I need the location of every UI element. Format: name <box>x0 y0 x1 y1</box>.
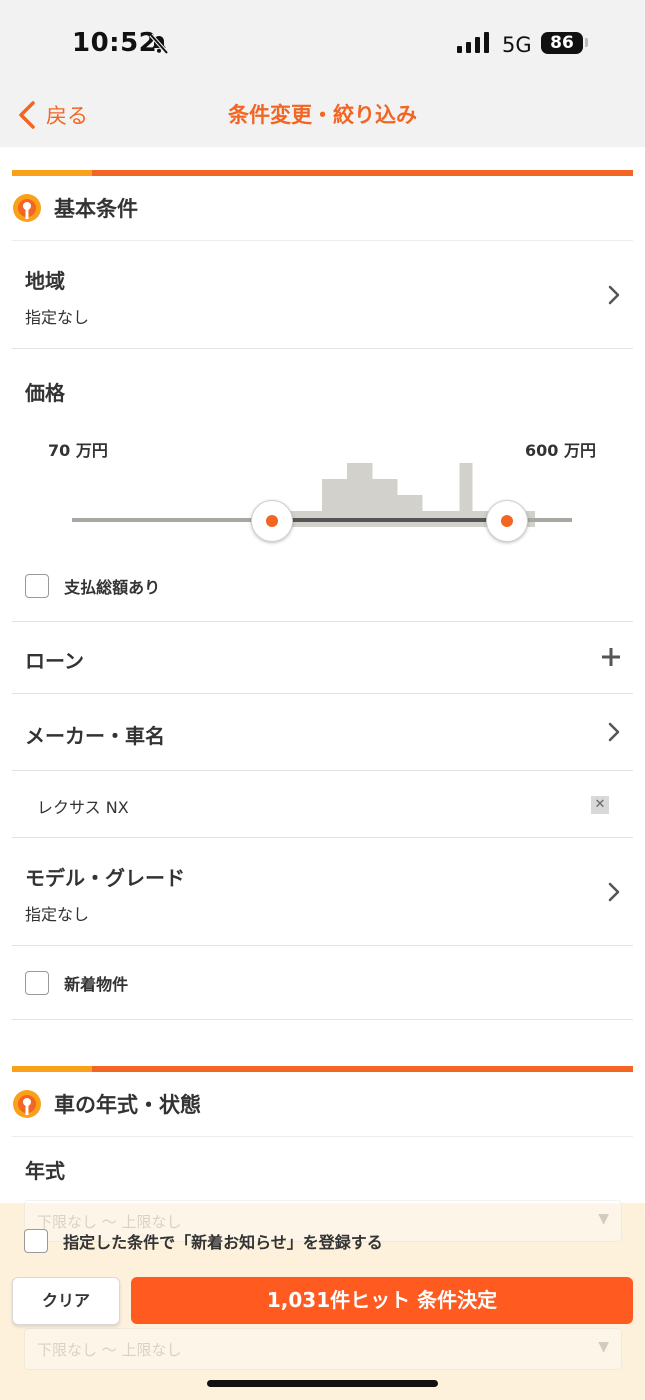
section-header-basic: 基本条件 <box>12 176 633 241</box>
home-indicator <box>207 1380 438 1387</box>
dropdown-arrow-icon: ▼ <box>598 1339 609 1355</box>
section-pin-icon <box>13 194 41 222</box>
total-payment-label: 支払総額あり <box>64 578 161 597</box>
maker-label: メーカー・車名 <box>25 724 165 748</box>
bell-muted-icon <box>148 33 170 59</box>
maker-row[interactable]: メーカー・車名 <box>12 694 633 771</box>
section-title: 車の年式・状態 <box>54 1093 201 1117</box>
maker-tag-text: レクサス NX <box>37 798 129 817</box>
status-bar: 10:52 5G 86 <box>0 0 645 82</box>
remove-tag-button[interactable]: ✕ <box>591 796 609 814</box>
total-payment-checkbox[interactable] <box>25 574 49 598</box>
submit-button[interactable]: 1,031件ヒット 条件決定 <box>131 1277 633 1324</box>
year-label: 年式 <box>25 1159 65 1183</box>
page-title: 条件変更・絞り込み <box>228 103 417 127</box>
price-label: 価格 <box>25 381 65 405</box>
secondary-select[interactable]: 下限なし 〜 上限なし ▼ <box>24 1328 622 1370</box>
secondary-select-value: 下限なし 〜 上限なし <box>37 1341 182 1359</box>
region-row[interactable]: 地域 指定なし <box>12 241 633 349</box>
notify-checkbox[interactable] <box>24 1229 48 1253</box>
section-title: 基本条件 <box>54 197 138 221</box>
network-type: 5G <box>502 33 532 57</box>
signal-icon <box>457 32 491 58</box>
new-arrival-label: 新着物件 <box>64 975 129 994</box>
loan-label: ローン <box>25 649 84 673</box>
histogram-bar <box>409 495 423 527</box>
model-row[interactable]: モデル・グレード 指定なし <box>12 838 633 946</box>
plus-icon <box>602 648 620 666</box>
region-label: 地域 <box>25 269 65 293</box>
section-header-year: 車の年式・状態 <box>12 1072 633 1137</box>
battery-tip <box>585 38 588 47</box>
histogram-bar <box>397 495 410 527</box>
region-value: 指定なし <box>25 308 90 327</box>
price-min-handle[interactable] <box>251 500 293 542</box>
new-arrival-checkbox[interactable] <box>25 971 49 995</box>
notify-label: 指定した条件で「新着お知らせ」を登録する <box>63 1233 383 1252</box>
chevron-right-icon <box>608 882 620 902</box>
loan-row[interactable]: ローン <box>12 622 633 694</box>
status-time: 10:52 <box>72 28 158 58</box>
notify-checkbox-row[interactable]: 指定した条件で「新着お知らせ」を登録する <box>24 1229 383 1253</box>
new-arrival-row[interactable]: 新着物件 <box>12 946 633 1020</box>
dropdown-arrow-icon: ▼ <box>598 1211 609 1227</box>
new-arrival-checkbox-row[interactable]: 新着物件 <box>25 971 128 995</box>
price-max-handle[interactable] <box>486 500 528 542</box>
maker-tag-row: レクサス NX ✕ <box>12 771 633 838</box>
chevron-right-icon <box>608 285 620 305</box>
section-pin-icon <box>13 1090 41 1118</box>
nav-bar: 戻る 条件変更・絞り込み <box>0 82 645 147</box>
model-value: 指定なし <box>25 905 90 924</box>
main-content: 基本条件 地域 指定なし 価格 70 万円 600 万円 支払総額あり ローン <box>12 170 633 1197</box>
price-slider-range <box>272 518 507 522</box>
footer-panel: 下限なし 〜 上限なし ▼ 下限なし 〜 上限なし ▼ 指定した条件で「新着お知らせ… <box>0 1200 645 1400</box>
total-payment-checkbox-row[interactable]: 支払総額あり <box>25 574 160 598</box>
chevron-right-icon <box>608 722 620 742</box>
model-label: モデル・グレード <box>25 866 185 890</box>
clear-button[interactable]: クリア <box>12 1277 120 1325</box>
year-row: 年式 <box>12 1137 633 1197</box>
price-row: 価格 70 万円 600 万円 支払総額あり <box>12 349 633 622</box>
battery-icon: 86 <box>541 32 583 54</box>
